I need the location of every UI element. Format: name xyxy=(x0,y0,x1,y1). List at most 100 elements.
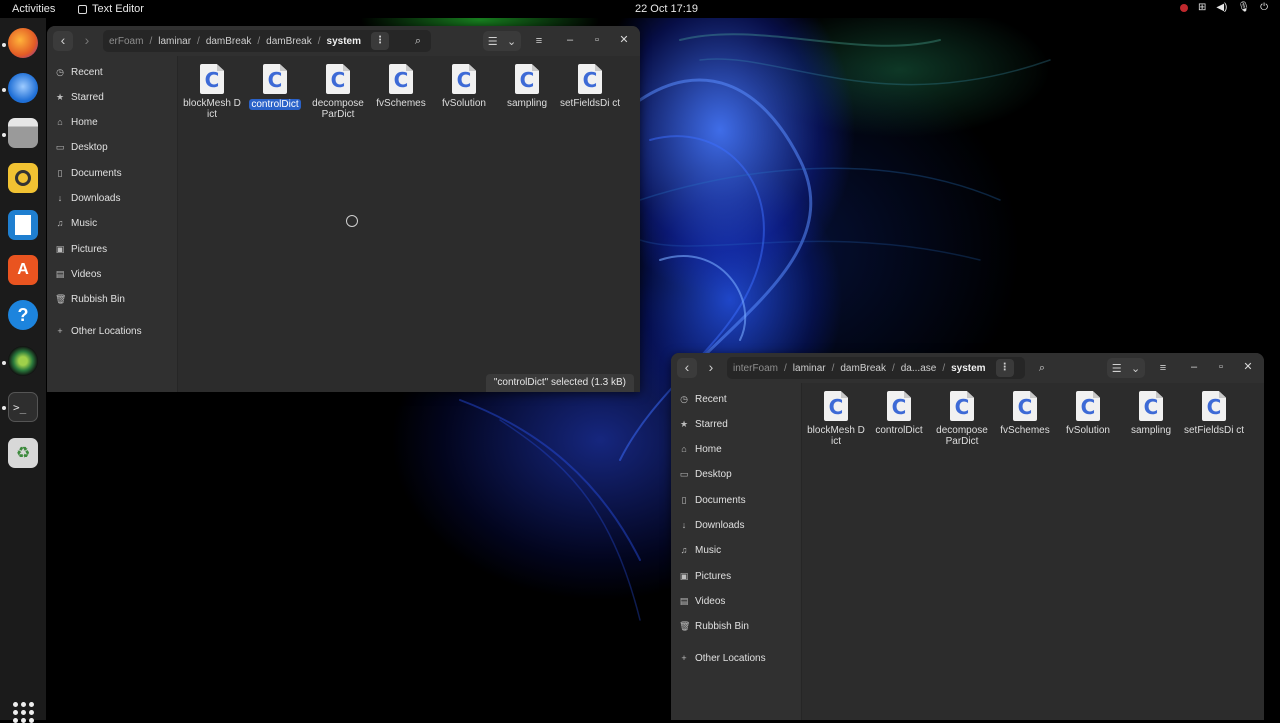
maximize-button[interactable]: ▫ xyxy=(1214,360,1228,374)
file-item[interactable]: C setFieldsDi ct xyxy=(560,64,620,109)
sidebar-item-desktop[interactable]: ▭ Desktop xyxy=(679,464,732,484)
path-menu-button[interactable]: ⋮ xyxy=(371,32,389,50)
path-segment[interactable]: erFoam xyxy=(103,36,149,47)
sidebar-item-starred[interactable]: ★ Starred xyxy=(679,414,728,434)
list-view-icon: ☰ xyxy=(487,35,498,48)
text-editor-icon xyxy=(78,4,87,14)
path-segment[interactable]: laminar xyxy=(152,36,197,47)
sidebar-item-other-locations[interactable]: + Other Locations xyxy=(679,648,766,668)
search-button[interactable]: ⌕ xyxy=(407,31,429,51)
minimize-button[interactable]: – xyxy=(1187,360,1201,374)
path-segment[interactable]: laminar xyxy=(787,363,832,374)
sidebar-item-home[interactable]: ⌂ Home xyxy=(679,439,721,459)
path-bar: erFoam / laminar / damBreak / damBreak / sys… xyxy=(103,30,431,52)
file-item[interactable]: C decompose ParDict xyxy=(308,64,368,120)
view-options-button[interactable]: ☰ ⌄ xyxy=(483,31,521,51)
trash-icon[interactable]: ♻ xyxy=(8,438,38,468)
path-segment[interactable]: damBreak xyxy=(834,363,892,374)
app-menu[interactable]: Text Editor xyxy=(78,3,144,15)
file-item[interactable]: C controlDict xyxy=(869,391,929,436)
sidebar-item-starred[interactable]: ★ Starred xyxy=(55,87,104,107)
minimize-button[interactable]: – xyxy=(563,33,577,47)
file-view[interactable]: C blockMesh Dict C controlDict C decompo… xyxy=(802,383,1264,720)
c-source-file-icon: C xyxy=(1202,391,1226,421)
file-item-selected[interactable]: C controlDict xyxy=(245,64,305,112)
file-item[interactable]: C fvSchemes xyxy=(371,64,431,109)
file-item[interactable]: C fvSolution xyxy=(1058,391,1118,436)
file-item[interactable]: C fvSchemes xyxy=(995,391,1055,436)
sidebar-item-recent[interactable]: ◷ Recent xyxy=(55,62,103,82)
path-segment[interactable]: damBreak xyxy=(200,36,258,47)
view-options-button[interactable]: ☰ ⌄ xyxy=(1107,358,1145,378)
main-menu-button[interactable]: ≡ xyxy=(528,31,550,51)
recording-indicator-icon[interactable] xyxy=(1179,4,1188,12)
sidebar-item-label: Other Locations xyxy=(695,652,766,664)
path-segment[interactable]: da...ase xyxy=(895,363,943,374)
main-menu-button[interactable]: ≡ xyxy=(1152,358,1174,378)
file-item[interactable]: C sampling xyxy=(497,64,557,109)
path-segment[interactable]: interFoam xyxy=(727,363,784,374)
file-item[interactable]: C decompose ParDict xyxy=(932,391,992,447)
file-item[interactable]: C sampling xyxy=(1121,391,1181,436)
file-item[interactable]: C fvSolution xyxy=(434,64,494,109)
file-view[interactable]: C blockMesh Dict C controlDict C decompo… xyxy=(178,56,640,392)
sidebar-item-home[interactable]: ⌂ Home xyxy=(55,112,97,132)
activities-button[interactable]: Activities xyxy=(12,3,55,15)
sidebar-item-downloads[interactable]: ↓ Downloads xyxy=(55,188,121,208)
sidebar-item-videos[interactable]: ▤ Videos xyxy=(679,591,726,611)
files-window-2[interactable]: ‹ › interFoam / laminar / damBreak / da...a… xyxy=(671,353,1264,720)
search-button[interactable]: ⌕ xyxy=(1031,358,1053,378)
firefox-icon[interactable] xyxy=(8,28,38,58)
file-item[interactable]: C blockMesh Dict xyxy=(806,391,866,447)
download-icon: ↓ xyxy=(57,193,63,203)
forward-button[interactable]: › xyxy=(77,31,97,51)
running-indicator xyxy=(2,88,6,92)
maximize-button[interactable]: ▫ xyxy=(590,33,604,47)
sidebar-item-label: Music xyxy=(71,217,98,229)
c-source-file-icon: C xyxy=(389,64,413,94)
power-icon[interactable]: ⏻ xyxy=(1260,2,1268,14)
sidebar-item-music[interactable]: ♫ Music xyxy=(55,213,98,233)
rhythmbox-icon[interactable] xyxy=(8,163,38,193)
file-name: setFieldsDi ct xyxy=(560,98,621,109)
file-name: controlDict xyxy=(249,99,301,110)
sidebar-item-pictures[interactable]: ▣ Pictures xyxy=(55,239,107,259)
thunderbird-icon[interactable] xyxy=(8,73,38,103)
terminal-icon[interactable]: >_ xyxy=(8,392,38,422)
libreoffice-writer-icon[interactable] xyxy=(8,210,38,240)
file-item[interactable]: C blockMesh Dict xyxy=(182,64,242,120)
sidebar-item-downloads[interactable]: ↓ Downloads xyxy=(679,515,745,535)
network-icon[interactable]: ⊞ xyxy=(1198,2,1206,14)
trash-icon: 🗑 xyxy=(55,294,67,304)
path-segment[interactable]: damBreak xyxy=(260,36,318,47)
back-button[interactable]: ‹ xyxy=(53,31,73,51)
files-window-1[interactable]: ‹ › erFoam / laminar / damBreak / damBreak /… xyxy=(47,26,640,392)
sidebar-item-videos[interactable]: ▤ Videos xyxy=(55,264,102,284)
path-segment-current[interactable]: system xyxy=(321,36,367,47)
sidebar-item-rubbish-bin[interactable]: 🗑 Rubbish Bin xyxy=(55,289,125,309)
camera-icon[interactable] xyxy=(8,346,38,376)
sidebar-item-rubbish-bin[interactable]: 🗑 Rubbish Bin xyxy=(679,616,749,636)
microphone-icon[interactable]: 🎙 xyxy=(1237,2,1250,14)
sidebar-item-pictures[interactable]: ▣ Pictures xyxy=(679,566,731,586)
running-indicator xyxy=(2,361,6,365)
clock[interactable]: 22 Oct 17:19 xyxy=(635,3,698,15)
sidebar-item-desktop[interactable]: ▭ Desktop xyxy=(55,137,108,157)
forward-button[interactable]: › xyxy=(701,358,721,378)
app-center-icon[interactable]: A xyxy=(8,255,38,285)
path-segment-current[interactable]: system xyxy=(945,363,991,374)
file-item[interactable]: C setFieldsDi ct xyxy=(1184,391,1244,436)
system-tray[interactable]: ⊞ ◀) 🎙 ⏻ xyxy=(1179,2,1268,14)
help-icon[interactable]: ? xyxy=(8,300,38,330)
sidebar-item-documents[interactable]: ▯ Documents xyxy=(679,490,746,510)
files-icon[interactable] xyxy=(8,118,38,148)
path-menu-button[interactable]: ⋮ xyxy=(995,359,1014,377)
sidebar-item-documents[interactable]: ▯ Documents xyxy=(55,163,122,183)
sidebar-item-music[interactable]: ♫ Music xyxy=(679,540,722,560)
volume-icon[interactable]: ◀) xyxy=(1216,2,1227,14)
close-button[interactable]: ✕ xyxy=(617,33,631,47)
back-button[interactable]: ‹ xyxy=(677,358,697,378)
sidebar-item-other-locations[interactable]: + Other Locations xyxy=(55,321,141,341)
close-button[interactable]: ✕ xyxy=(1241,360,1255,374)
sidebar-item-recent[interactable]: ◷ Recent xyxy=(679,389,727,409)
